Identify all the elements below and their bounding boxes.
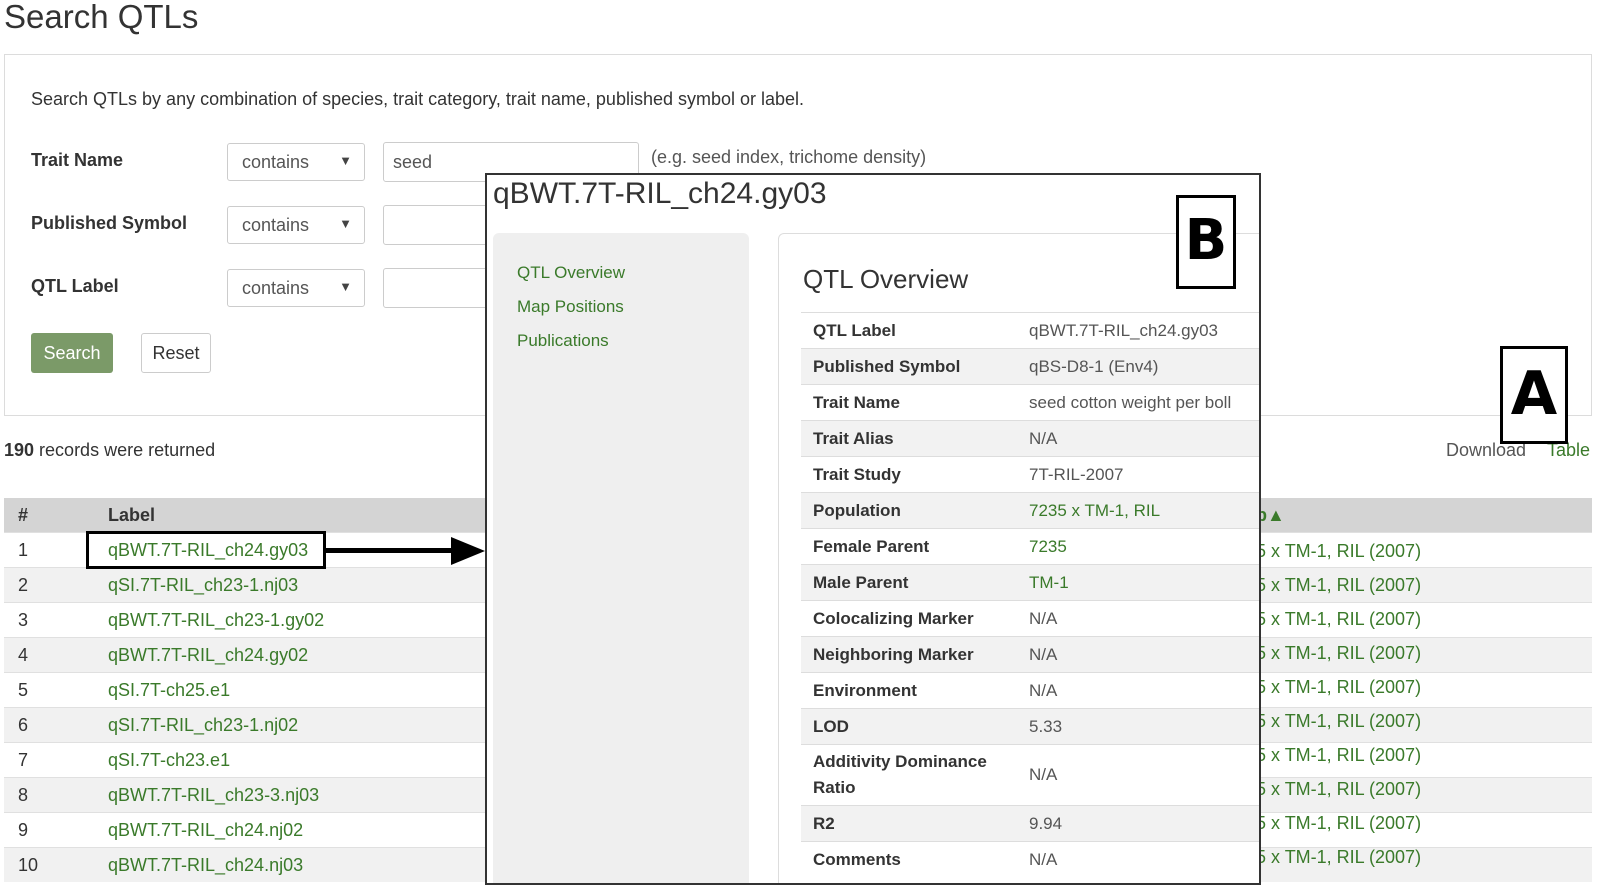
row-number: 5 (4, 672, 108, 708)
detail-key: Additivity Dominance Ratio (801, 744, 1029, 806)
detail-value: 5.33 (1029, 708, 1259, 745)
search-button[interactable]: Search (31, 333, 113, 373)
detail-value: qBS-D8-1 (Env4) (1029, 348, 1259, 385)
select-value: contains (242, 278, 310, 298)
detail-row: LOD 5.33 (801, 708, 1259, 745)
detail-key: Trait Alias (801, 420, 1029, 457)
qtl-label-label: QTL Label (31, 276, 119, 296)
detail-row: Trait Name seed cotton weight per boll (801, 384, 1259, 421)
trait-name-label: Trait Name (31, 150, 124, 170)
caret-down-icon: ▼ (339, 216, 352, 231)
row-number: 10 (4, 847, 108, 882)
detail-value: qBWT.7T-RIL_ch24.gy03 (1029, 312, 1259, 349)
detail-row: Comments N/A (801, 841, 1259, 877)
detail-row: Published Symbol qBS-D8-1 (Env4) (801, 348, 1259, 385)
detail-row: Trait Alias N/A (801, 420, 1259, 457)
detail-key: Published Symbol (801, 348, 1029, 385)
detail-heading: QTL Overview (803, 264, 969, 294)
select-value: contains (242, 152, 310, 172)
detail-row: Colocalizing Marker N/A (801, 600, 1259, 637)
records-count-suffix: records were returned (34, 440, 216, 460)
qtl-detail-panel: qBWT.7T-RIL_ch24.gy03 QTL Overview Map P… (485, 173, 1261, 885)
detail-key: Male Parent (801, 564, 1029, 601)
trait-name-hint: (e.g. seed index, trichome density) (651, 147, 927, 167)
published-symbol-label: Published Symbol (31, 213, 188, 233)
row-number: 3 (4, 602, 108, 638)
detail-key: R2 (801, 805, 1029, 842)
records-count-number: 190 (4, 440, 35, 460)
population-link[interactable]: 5 x TM-1, RIL (2007) (1256, 779, 1421, 800)
population-link[interactable]: 5 x TM-1, RIL (2007) (1256, 847, 1421, 868)
detail-value: N/A (1029, 744, 1259, 806)
qtl-label-operator-select[interactable]: contains ▼ (227, 269, 365, 307)
caret-down-icon: ▼ (339, 279, 352, 294)
population-link[interactable]: 5 x TM-1, RIL (2007) (1256, 813, 1421, 834)
caret-down-icon: ▼ (339, 153, 352, 168)
detail-row: Population 7235 x TM-1, RIL (801, 492, 1259, 529)
detail-row: Female Parent 7235 (801, 528, 1259, 565)
annotation-label-a: A (1500, 346, 1568, 444)
population-link[interactable]: 5 x TM-1, RIL (2007) (1256, 677, 1421, 698)
detail-row: Trait Study 7T-RIL-2007 (801, 456, 1259, 493)
population-link[interactable]: 5 x TM-1, RIL (2007) (1256, 575, 1421, 596)
detail-row: R2 9.94 (801, 805, 1259, 842)
detail-key: Comments (801, 841, 1029, 877)
detail-row: QTL Label qBWT.7T-RIL_ch24.gy03 (801, 312, 1259, 349)
row-number: 2 (4, 567, 108, 603)
detail-value: N/A (1029, 636, 1259, 673)
detail-value: 7T-RIL-2007 (1029, 456, 1259, 493)
detail-row: Environment N/A (801, 672, 1259, 709)
population-link[interactable]: 5 x TM-1, RIL (2007) (1256, 745, 1421, 766)
male-parent-link[interactable]: TM-1 (1029, 564, 1259, 601)
row-number: 4 (4, 637, 108, 673)
nav-link-publications[interactable]: Publications (517, 331, 609, 351)
highlight-box (86, 531, 326, 569)
detail-row: Additivity Dominance Ratio N/A (801, 744, 1259, 806)
detail-key: Colocalizing Marker (801, 600, 1029, 637)
population-detail-link[interactable]: 7235 x TM-1, RIL (1029, 492, 1259, 529)
page-title: Search QTLs (4, 0, 199, 35)
detail-key: Neighboring Marker (801, 636, 1029, 673)
detail-value: N/A (1029, 420, 1259, 457)
detail-title: qBWT.7T-RIL_ch24.gy03 (493, 177, 827, 210)
row-number: 9 (4, 812, 108, 848)
row-number: 7 (4, 742, 108, 778)
detail-key: LOD (801, 708, 1029, 745)
detail-value: seed cotton weight per boll (1029, 384, 1259, 421)
records-count: 190 records were returned (4, 440, 215, 461)
detail-table: QTL Label qBWT.7T-RIL_ch24.gy03 Published… (801, 312, 1259, 877)
detail-key: QTL Label (801, 312, 1029, 349)
detail-row: Male Parent TM-1 (801, 564, 1259, 601)
annotation-label-b: B (1176, 195, 1236, 289)
select-value: contains (242, 215, 310, 235)
nav-link-qtl-overview[interactable]: QTL Overview (517, 263, 625, 283)
detail-key: Trait Study (801, 456, 1029, 493)
population-link[interactable]: 5 x TM-1, RIL (2007) (1256, 541, 1421, 562)
row-number: 6 (4, 707, 108, 743)
female-parent-link[interactable]: 7235 (1029, 528, 1259, 565)
population-link[interactable]: 5 x TM-1, RIL (2007) (1256, 609, 1421, 630)
search-intro: Search QTLs by any combination of specie… (31, 89, 805, 109)
detail-content: QTL Overview QTL Label qBWT.7T-RIL_ch24.g… (778, 233, 1259, 883)
arrow-right-icon (451, 537, 485, 565)
detail-key: Population (801, 492, 1029, 529)
row-number: 8 (4, 777, 108, 813)
trait-name-operator-select[interactable]: contains ▼ (227, 143, 365, 181)
detail-value: N/A (1029, 841, 1259, 877)
detail-value: 9.94 (1029, 805, 1259, 842)
detail-value: N/A (1029, 672, 1259, 709)
detail-key: Trait Name (801, 384, 1029, 421)
published-symbol-operator-select[interactable]: contains ▼ (227, 206, 365, 244)
detail-key: Female Parent (801, 528, 1029, 565)
population-link[interactable]: 5 x TM-1, RIL (2007) (1256, 711, 1421, 732)
detail-row: Neighboring Marker N/A (801, 636, 1259, 673)
nav-link-map-positions[interactable]: Map Positions (517, 297, 624, 317)
detail-key: Environment (801, 672, 1029, 709)
population-link[interactable]: 5 x TM-1, RIL (2007) (1256, 643, 1421, 664)
arrow-shaft (326, 548, 453, 553)
detail-sidebar: QTL Overview Map Positions Publications (493, 233, 749, 883)
detail-value: N/A (1029, 600, 1259, 637)
column-header-num[interactable]: # (4, 498, 108, 533)
reset-button[interactable]: Reset (141, 333, 211, 373)
